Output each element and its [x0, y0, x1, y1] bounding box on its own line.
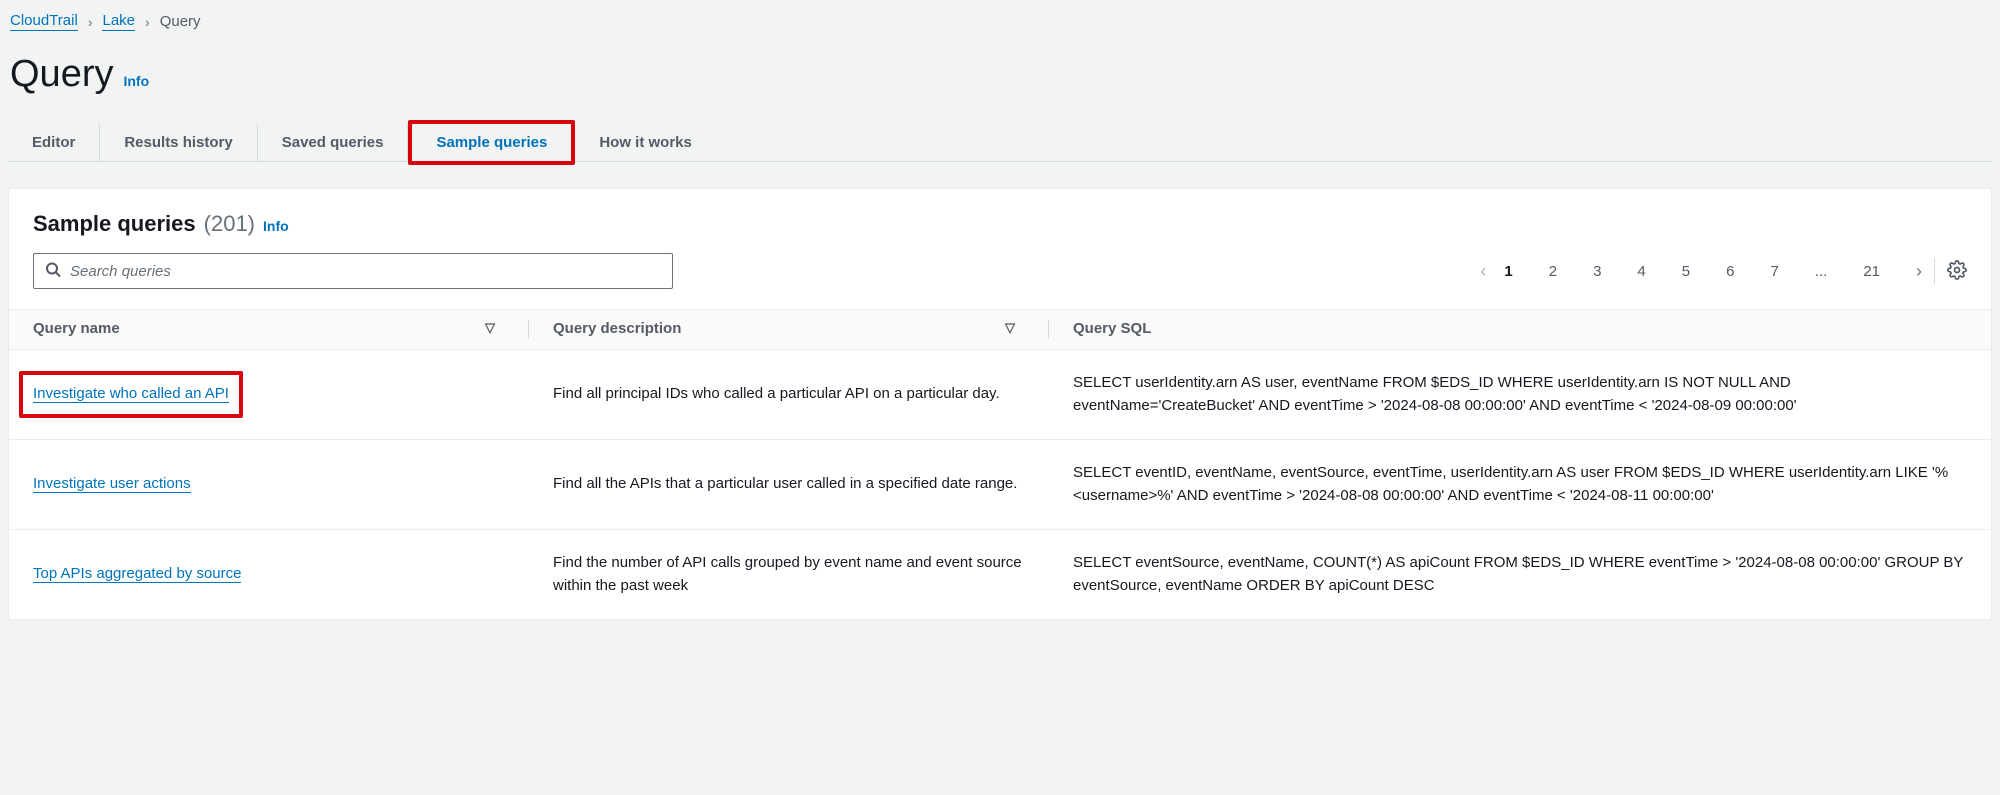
table-row: Investigate who called an API Find all pr… — [9, 350, 1991, 440]
panel-info-link[interactable]: Info — [263, 218, 289, 234]
tab-editor[interactable]: Editor — [8, 124, 100, 161]
gear-icon[interactable] — [1947, 260, 1967, 283]
query-description: Find the number of API calls grouped by … — [529, 530, 1049, 620]
breadcrumb-current: Query — [160, 13, 201, 30]
query-name-link[interactable]: Top APIs aggregated by source — [33, 565, 241, 583]
page-number[interactable]: 6 — [1726, 263, 1734, 280]
page-number[interactable]: 7 — [1770, 263, 1778, 280]
query-name-link[interactable]: Investigate who called an API — [33, 385, 229, 403]
query-name-link[interactable]: Investigate user actions — [33, 475, 191, 493]
query-sql: SELECT userIdentity.arn AS user, eventNa… — [1049, 350, 1991, 440]
chevron-right-icon: › — [88, 14, 93, 30]
breadcrumb: CloudTrail › Lake › Query — [8, 10, 1992, 31]
tab-sample-queries[interactable]: Sample queries — [408, 120, 575, 165]
query-description: Find all the APIs that a particular user… — [529, 440, 1049, 530]
page-title: Query — [10, 53, 113, 96]
page-number[interactable]: 5 — [1682, 263, 1690, 280]
col-query-sql-label: Query SQL — [1073, 320, 1151, 337]
page-number[interactable]: 1 — [1504, 263, 1512, 280]
query-description: Find all principal IDs who called a part… — [529, 350, 1049, 440]
col-query-description[interactable]: Query description ▽ — [529, 310, 1049, 350]
tab-results-history[interactable]: Results history — [100, 124, 257, 161]
panel-count: (201) — [204, 211, 255, 237]
breadcrumb-root[interactable]: CloudTrail — [10, 12, 78, 31]
tab-how-it-works[interactable]: How it works — [575, 124, 716, 161]
query-sql: SELECT eventSource, eventName, COUNT(*) … — [1049, 530, 1991, 620]
page-number[interactable]: 4 — [1637, 263, 1645, 280]
search-container — [33, 253, 673, 289]
page-number[interactable]: 21 — [1863, 263, 1880, 280]
filter-icon[interactable]: ▽ — [485, 320, 495, 336]
search-icon — [45, 262, 61, 281]
search-input[interactable] — [33, 253, 673, 289]
col-query-name[interactable]: Query name ▽ — [9, 310, 529, 350]
page-prev-button[interactable]: ‹ — [1480, 261, 1486, 282]
col-query-description-label: Query description — [553, 320, 681, 337]
col-query-sql: Query SQL — [1049, 310, 1991, 350]
tabs: Editor Results history Saved queries Sam… — [8, 124, 1992, 162]
query-sql: SELECT eventID, eventName, eventSource, … — [1049, 440, 1991, 530]
separator — [1934, 258, 1935, 284]
page-number[interactable]: 3 — [1593, 263, 1601, 280]
tab-saved-queries[interactable]: Saved queries — [258, 124, 409, 161]
info-link[interactable]: Info — [123, 73, 149, 89]
table-row: Investigate user actions Find all the API… — [9, 440, 1991, 530]
page-ellipsis: ... — [1815, 263, 1828, 280]
page-next-button[interactable]: › — [1916, 261, 1922, 282]
page-number[interactable]: 2 — [1549, 263, 1557, 280]
panel-title: Sample queries — [33, 211, 196, 237]
table-row: Top APIs aggregated by source Find the nu… — [9, 530, 1991, 620]
filter-icon[interactable]: ▽ — [1005, 320, 1015, 336]
sample-queries-panel: Sample queries (201) Info ‹ 1 2 3 4 5 6 7... 21 — [8, 188, 1992, 620]
pagination: ‹ 1 2 3 4 5 6 7... 21 › — [1480, 261, 1922, 282]
breadcrumb-lake[interactable]: Lake — [102, 12, 135, 31]
col-query-name-label: Query name — [33, 320, 120, 337]
query-table: Query name ▽ Query description ▽ Query S… — [9, 309, 1991, 619]
chevron-right-icon: › — [145, 14, 150, 30]
